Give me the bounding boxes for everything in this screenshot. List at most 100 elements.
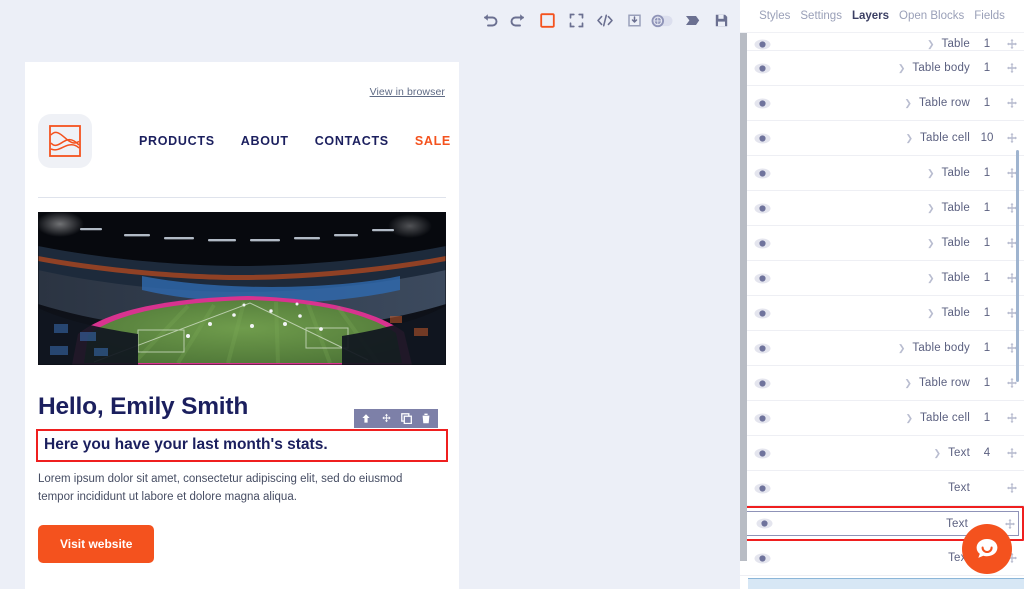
layer-child-count: 10 — [980, 132, 994, 144]
layer-name: Table — [941, 272, 970, 284]
layer-row[interactable]: ❯ Table 1 — [740, 261, 1024, 296]
move-handle-icon[interactable] — [1000, 132, 1024, 144]
chevron-right-icon[interactable]: ❯ — [927, 308, 935, 319]
layer-label-zone: Text — [786, 518, 972, 530]
visit-website-button[interactable]: Visit website — [38, 524, 155, 563]
nav-link-about[interactable]: ABOUT — [241, 134, 289, 148]
chevron-right-icon[interactable]: ❯ — [927, 39, 935, 50]
import-icon[interactable] — [621, 7, 647, 33]
layer-child-count: 1 — [983, 412, 991, 424]
chevron-right-icon[interactable]: ❯ — [927, 238, 935, 249]
undo-icon[interactable] — [476, 7, 502, 33]
tab-layers[interactable]: Layers — [852, 10, 889, 22]
chevron-right-icon[interactable]: ❯ — [904, 378, 912, 389]
layer-row[interactable]: ❯ Table 1 — [740, 156, 1024, 191]
send-icon[interactable] — [679, 7, 705, 33]
layer-label-zone: Text — [784, 552, 974, 564]
layer-name: Table — [941, 307, 970, 319]
layer-child-count: 1 — [983, 307, 991, 319]
chevron-right-icon[interactable]: ❯ — [927, 168, 935, 179]
layer-label-zone: ❯ Table body — [784, 342, 974, 354]
move-handle-icon[interactable] — [1000, 38, 1024, 50]
copy-icon[interactable] — [396, 409, 416, 428]
body-paragraph[interactable]: Lorem ipsum dolor sit amet, consectetur … — [38, 471, 428, 507]
layer-row[interactable]: ❯ Table cell 1 — [740, 401, 1024, 436]
code-icon[interactable] — [592, 7, 618, 33]
layer-name: Text — [948, 447, 970, 459]
layer-label-zone: ❯ Table — [784, 272, 974, 284]
fullscreen-icon[interactable] — [563, 7, 589, 33]
preview-toggle-icon[interactable] — [650, 7, 676, 33]
move-handle-icon[interactable] — [1000, 482, 1024, 494]
layer-label-zone: ❯ Table — [784, 237, 974, 249]
layer-row[interactable]: ❯ Table body 1 — [740, 51, 1024, 86]
move-handle-icon[interactable] — [1000, 62, 1024, 74]
chat-widget-icon[interactable] — [962, 524, 1012, 574]
chevron-right-icon[interactable]: ❯ — [898, 63, 906, 74]
tab-settings[interactable]: Settings — [800, 10, 842, 22]
save-icon[interactable] — [708, 7, 734, 33]
layer-child-count: 1 — [983, 62, 991, 74]
tab-open-blocks[interactable]: Open Blocks — [899, 10, 964, 22]
layer-row[interactable]: ❯ Table 1 — [740, 226, 1024, 261]
layers-scrollbar[interactable] — [740, 33, 747, 561]
layer-row[interactable]: ❯ Table 1 — [740, 296, 1024, 331]
trash-icon[interactable] — [416, 409, 436, 428]
layer-name: Table — [941, 38, 970, 50]
layer-name: Table body — [912, 342, 970, 354]
select-parent-icon[interactable] — [356, 409, 376, 428]
layer-child-count: 1 — [983, 272, 991, 284]
move-handle-icon[interactable] — [1000, 202, 1024, 214]
nav-link-products[interactable]: PRODUCTS — [139, 134, 215, 148]
layer-row[interactable]: ❯ Table 1 — [740, 33, 1024, 51]
bottom-status-strip — [748, 578, 1024, 589]
move-icon[interactable] — [376, 409, 396, 428]
move-handle-icon[interactable] — [1000, 412, 1024, 424]
move-handle-icon[interactable] — [1000, 377, 1024, 389]
hero-image[interactable] — [38, 212, 446, 365]
nav-link-contacts[interactable]: CONTACTS — [315, 134, 389, 148]
chevron-right-icon[interactable]: ❯ — [906, 133, 914, 144]
layer-child-count: 1 — [983, 342, 991, 354]
chevron-right-icon[interactable]: ❯ — [906, 413, 914, 424]
layer-name: Text — [946, 517, 968, 530]
layer-label-zone: ❯ Table — [784, 307, 974, 319]
layer-row[interactable]: ❯ Table 1 — [740, 191, 1024, 226]
redo-icon[interactable] — [505, 7, 531, 33]
editor-canvas: View in browser PRODUCTS ABOUT CONTACTS … — [0, 0, 740, 589]
layer-row[interactable]: ❯ Table cell 10 — [740, 121, 1024, 156]
chevron-right-icon[interactable]: ❯ — [927, 203, 935, 214]
move-handle-icon[interactable] — [1000, 342, 1024, 354]
move-handle-icon[interactable] — [998, 518, 1022, 530]
chevron-right-icon[interactable]: ❯ — [934, 448, 942, 459]
layer-row[interactable]: Text — [740, 471, 1024, 506]
layer-name: Table — [941, 202, 970, 214]
view-in-browser-link[interactable]: View in browser — [370, 86, 445, 98]
tab-fields[interactable]: Fields — [974, 10, 1005, 22]
layer-label-zone: ❯ Table cell — [784, 412, 974, 424]
layer-name: Table — [941, 237, 970, 249]
layer-row[interactable]: ❯ Text 4 — [740, 436, 1024, 471]
move-handle-icon[interactable] — [1000, 237, 1024, 249]
chevron-right-icon[interactable]: ❯ — [927, 273, 935, 284]
layer-row[interactable]: ❯ Table body 1 — [740, 331, 1024, 366]
nav-link-sale[interactable]: SALE — [415, 134, 451, 148]
move-handle-icon[interactable] — [1000, 167, 1024, 179]
layer-row[interactable]: ❯ Table row 1 — [740, 86, 1024, 121]
border-toggle-icon[interactable] — [534, 7, 560, 33]
panel-scrollbar[interactable] — [1016, 150, 1019, 382]
move-handle-icon[interactable] — [1000, 307, 1024, 319]
layer-child-count: 1 — [983, 167, 991, 179]
layer-row[interactable]: ❯ Table row 1 — [740, 366, 1024, 401]
move-handle-icon[interactable] — [1000, 97, 1024, 109]
move-handle-icon[interactable] — [1000, 272, 1024, 284]
layer-label-zone: Text — [784, 482, 974, 494]
tab-styles[interactable]: Styles — [759, 10, 790, 22]
move-handle-icon[interactable] — [1000, 447, 1024, 459]
layer-child-count: 4 — [983, 447, 991, 459]
layers-list[interactable]: ❯ Table 1 ❯ Table body 1 ❯ Table row 1 ❯ Table cel… — [740, 33, 1024, 589]
chevron-right-icon[interactable]: ❯ — [898, 343, 906, 354]
subline-text[interactable]: Here you have your last month's stats. — [36, 429, 448, 462]
chevron-right-icon[interactable]: ❯ — [904, 98, 912, 109]
eye-icon[interactable] — [742, 518, 786, 529]
